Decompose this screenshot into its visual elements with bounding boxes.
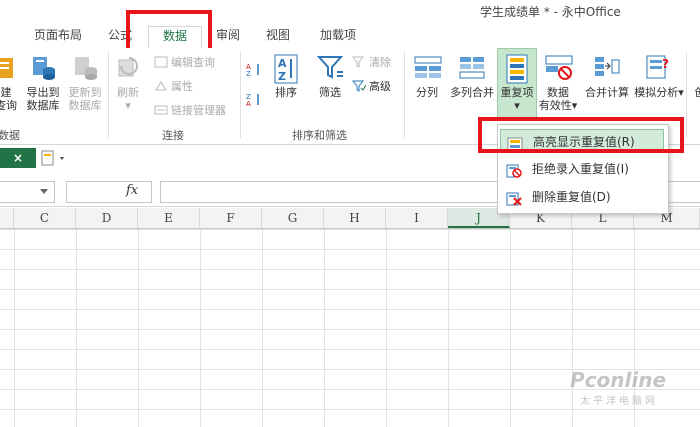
sort-za-button[interactable]: ZA <box>246 92 263 110</box>
title-bar: 学生成绩单 * - 永中Office <box>0 0 700 22</box>
watermark-logo: Pconline <box>570 368 667 392</box>
group-label-connections: 连接 <box>162 129 184 142</box>
insert-function-button[interactable]: fx <box>126 183 138 198</box>
properties-icon <box>154 80 168 92</box>
new-document-icon <box>41 150 64 166</box>
create-button[interactable]: 创 <box>690 54 700 120</box>
column-header[interactable]: G <box>262 208 324 228</box>
svg-text:?: ? <box>662 57 669 71</box>
tab-addins[interactable]: 加载项 <box>310 26 366 47</box>
chevron-down-icon <box>40 189 48 194</box>
group-label-data: 数据 <box>0 129 20 142</box>
svg-text:A: A <box>278 57 287 70</box>
tab-formulas[interactable]: 公式 <box>100 26 140 47</box>
highlight-duplicates-icon <box>507 135 523 151</box>
link-manager-button[interactable]: 链接管理器 <box>154 102 226 120</box>
reject-duplicates-item[interactable]: 拒绝录入重复值(I) <box>500 157 664 181</box>
column-header-stub[interactable] <box>0 208 14 228</box>
update-database-icon <box>72 54 98 80</box>
sort-button[interactable]: AZ 排序 <box>266 54 306 120</box>
clear-filter-button[interactable]: 清除 <box>351 54 391 72</box>
sort-az-icon: AZ <box>273 54 299 84</box>
properties-button[interactable]: 属性 <box>154 78 193 96</box>
delete-duplicates-icon <box>506 190 522 206</box>
svg-text:Z: Z <box>278 70 286 83</box>
svg-text:Z: Z <box>246 70 251 76</box>
column-header[interactable]: C <box>14 208 76 228</box>
tab-page-layout[interactable]: 页面布局 <box>28 26 88 47</box>
edit-query-icon <box>154 56 168 68</box>
merge-columns-button[interactable]: 多列合并 <box>446 54 498 120</box>
window-title: 学生成绩单 * - 永中Office <box>480 5 621 19</box>
tab-view[interactable]: 视图 <box>256 26 300 47</box>
refresh-icon <box>115 54 141 80</box>
duplicates-icon <box>504 54 530 84</box>
tab-review[interactable]: 审阅 <box>208 26 248 47</box>
group-label-sort-filter: 排序和筛选 <box>292 129 347 142</box>
reject-duplicates-icon <box>506 162 522 178</box>
export-to-database-button[interactable]: 导出到 数据库 <box>22 54 64 120</box>
column-header[interactable]: I <box>386 208 448 228</box>
formula-tools <box>66 181 152 203</box>
sort-descending-icon: ZA <box>246 92 260 108</box>
column-header[interactable]: D <box>76 208 138 228</box>
filter-funnel-icon <box>316 54 344 80</box>
ribbon-tabs: 页面布局 公式 数据 审阅 视图 加载项 <box>0 22 700 49</box>
highlight-duplicates-item[interactable]: 高亮显示重复值(R) <box>500 129 664 153</box>
column-header[interactable]: F <box>200 208 262 228</box>
duplicates-button[interactable]: 重复项 ▾ <box>497 54 537 120</box>
query-icon <box>0 54 19 80</box>
text-to-columns-button[interactable]: 分列 <box>408 54 446 120</box>
what-if-analysis-button[interactable]: ? 模拟分析▾ <box>634 54 684 120</box>
split-columns-icon <box>414 54 442 80</box>
watermark-subtitle: 太平洋电脑网 <box>580 396 658 407</box>
consolidate-button[interactable]: 合并计算 <box>582 54 632 120</box>
advanced-filter-button[interactable]: 高级 <box>351 78 391 96</box>
sort-az-button[interactable]: AZ <box>246 62 263 80</box>
delete-duplicates-item[interactable]: 删除重复值(D) <box>500 185 664 209</box>
svg-text:A: A <box>246 100 251 106</box>
refresh-button[interactable]: 刷新 ▾ <box>110 54 146 120</box>
update-to-database-button[interactable]: 更新到 数据库 <box>64 54 106 120</box>
column-header[interactable]: E <box>138 208 200 228</box>
tab-data[interactable]: 数据 <box>148 26 202 48</box>
close-workbook-button[interactable]: × <box>0 148 36 168</box>
merge-columns-icon <box>459 54 485 80</box>
new-document-dropdown[interactable] <box>40 148 70 168</box>
export-database-icon <box>30 54 56 80</box>
edit-query-button[interactable]: 编辑查询 <box>154 54 215 72</box>
consolidate-icon <box>594 54 620 80</box>
what-if-icon: ? <box>646 54 672 80</box>
clear-filter-icon <box>351 56 366 68</box>
filter-button[interactable]: 筛选 <box>310 54 350 120</box>
data-validation-button[interactable]: 数据 有效性▾ <box>538 54 578 120</box>
data-validation-icon <box>545 54 573 80</box>
duplicates-dropdown-menu: 高亮显示重复值(R) 拒绝录入重复值(I) 删除重复值(D) <box>497 124 669 214</box>
column-header[interactable]: H <box>324 208 386 228</box>
advanced-filter-icon <box>351 80 367 92</box>
link-icon <box>154 104 168 116</box>
sort-ascending-icon: AZ <box>246 62 260 78</box>
